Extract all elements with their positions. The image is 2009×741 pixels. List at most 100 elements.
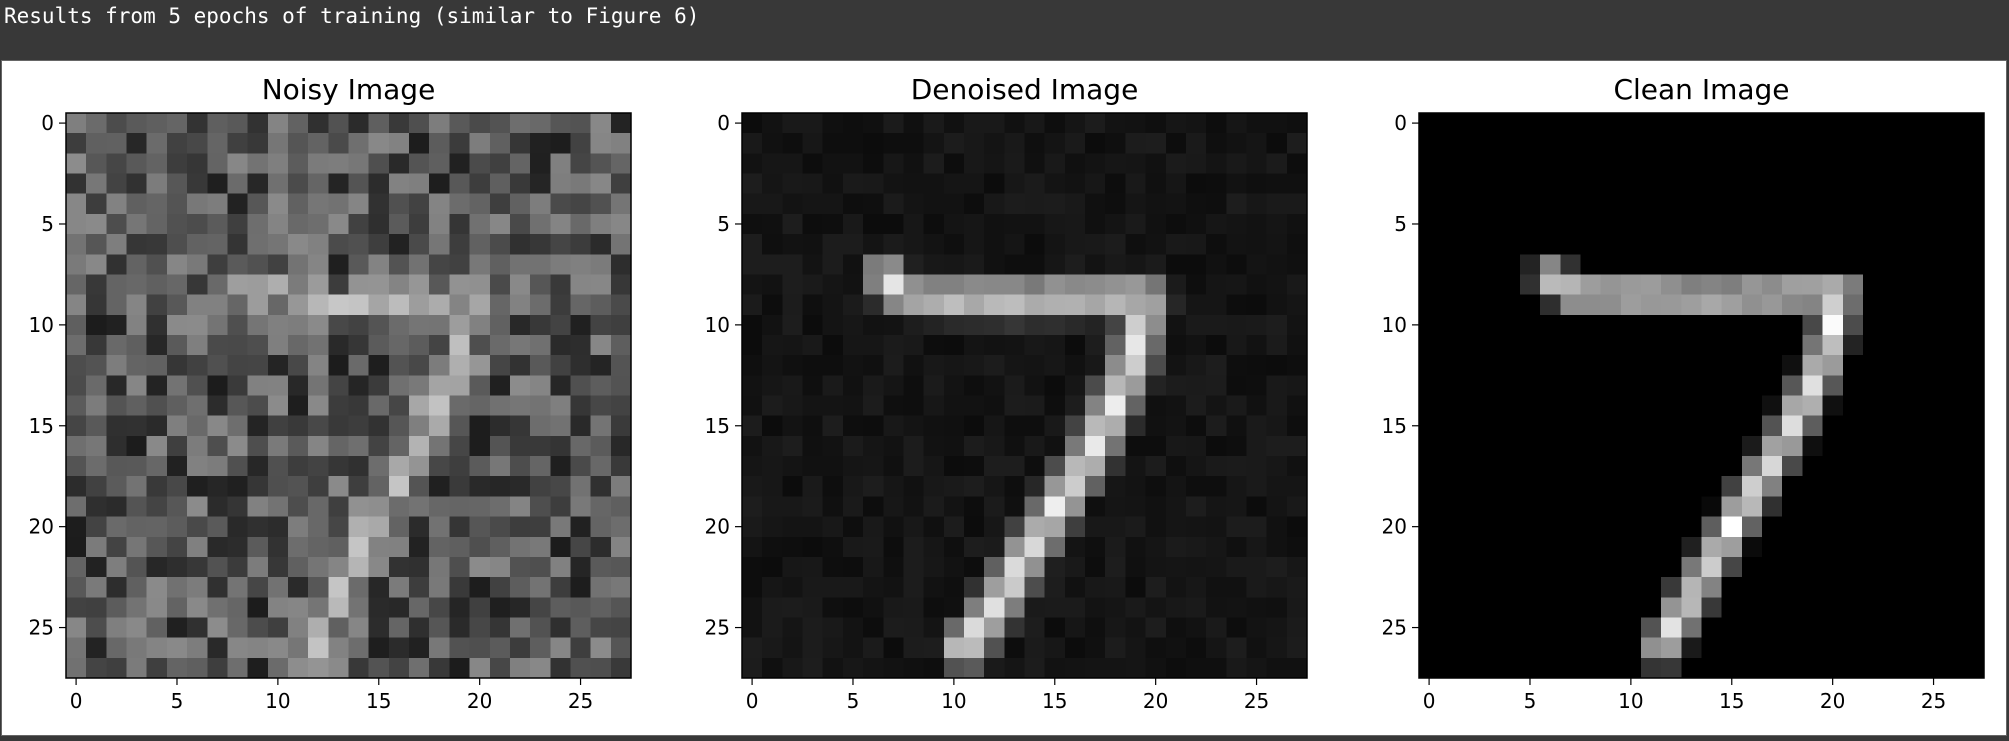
pixel <box>943 395 965 417</box>
pixel <box>469 375 491 397</box>
pixel <box>1085 556 1106 578</box>
pixel <box>509 274 531 296</box>
pixel <box>1661 496 1682 518</box>
pixel <box>207 193 229 215</box>
pixel <box>782 153 804 175</box>
pixel <box>1721 334 1743 356</box>
pixel <box>590 456 612 477</box>
pixel <box>1560 153 1582 175</box>
pixel <box>550 577 572 598</box>
pixel <box>1620 193 1642 215</box>
pixel <box>1862 516 1884 538</box>
pixel <box>1024 314 1046 336</box>
pixel <box>1600 476 1622 497</box>
pixel <box>570 597 592 619</box>
pixel <box>1004 556 1026 578</box>
pixel <box>187 657 208 679</box>
pixel <box>267 334 289 356</box>
pixel <box>1044 395 1066 417</box>
pixel <box>227 173 249 195</box>
pixel <box>1580 617 1602 639</box>
pixel <box>1206 153 1227 175</box>
pixel <box>1044 375 1066 397</box>
pixel <box>590 254 612 276</box>
pixel <box>469 334 491 356</box>
pixel <box>1044 193 1066 215</box>
x-tick-label: 20 <box>1820 689 1845 713</box>
pixel <box>1459 133 1481 154</box>
pixel <box>1226 637 1248 659</box>
pixel <box>1165 193 1187 215</box>
pixel <box>509 657 531 679</box>
pixel <box>903 577 925 598</box>
pixel <box>923 254 945 276</box>
pixel <box>590 375 612 397</box>
pixel <box>1519 617 1541 639</box>
pixel <box>822 234 844 255</box>
pixel <box>1741 274 1763 296</box>
pixel <box>923 173 945 195</box>
pixel <box>963 334 985 356</box>
pixel <box>762 254 783 276</box>
pixel <box>1286 597 1308 619</box>
pixel <box>489 334 511 356</box>
pixel <box>1165 577 1187 598</box>
pixel <box>126 496 148 518</box>
pixel <box>530 375 551 397</box>
pixel <box>550 375 572 397</box>
pixel <box>570 133 592 154</box>
pixel <box>227 536 249 558</box>
pixel <box>1903 334 1925 356</box>
pixel <box>1226 193 1248 215</box>
pixel <box>126 193 148 215</box>
pixel <box>822 496 844 518</box>
pixel <box>207 213 229 235</box>
pixel <box>1640 496 1662 518</box>
pixel <box>782 314 804 336</box>
y-tick-label: 0 <box>717 111 730 135</box>
pixel <box>1024 637 1046 659</box>
pixel <box>1064 274 1086 296</box>
pixel <box>1145 173 1167 195</box>
pixel <box>1439 657 1460 679</box>
pixel <box>308 234 329 255</box>
pixel <box>570 476 592 497</box>
pixel <box>1226 314 1248 336</box>
pixel <box>1085 294 1106 316</box>
pixel <box>1266 254 1288 276</box>
pixel <box>570 556 592 578</box>
pixel <box>308 577 329 598</box>
pixel <box>1822 395 1844 417</box>
pixel <box>66 274 87 296</box>
pixel <box>106 415 128 437</box>
pixel <box>1044 435 1066 457</box>
pixel <box>1681 355 1703 376</box>
pixel <box>1044 234 1066 255</box>
pixel <box>247 193 269 215</box>
pixel <box>782 597 804 619</box>
pixel <box>1064 294 1086 316</box>
pixel <box>106 637 128 659</box>
pixel <box>1024 657 1046 679</box>
pixel <box>1560 415 1582 437</box>
pixel <box>963 173 985 195</box>
pixel <box>287 617 309 639</box>
pixel <box>1499 516 1521 538</box>
pixel <box>409 375 430 397</box>
pixel <box>66 516 87 538</box>
pixel <box>1721 113 1743 134</box>
pixel <box>530 516 551 538</box>
pixel <box>1459 173 1481 195</box>
pixel <box>1439 415 1460 437</box>
pixel <box>550 476 572 497</box>
pixel <box>1943 476 1965 497</box>
pixel <box>1560 113 1582 134</box>
pixel <box>1782 496 1803 518</box>
pixel <box>1560 334 1582 356</box>
pixel <box>1266 597 1288 619</box>
pixel <box>1145 294 1167 316</box>
pixel <box>782 617 804 639</box>
pixel <box>1862 435 1884 457</box>
pixel <box>903 274 925 296</box>
pixel <box>1519 355 1541 376</box>
